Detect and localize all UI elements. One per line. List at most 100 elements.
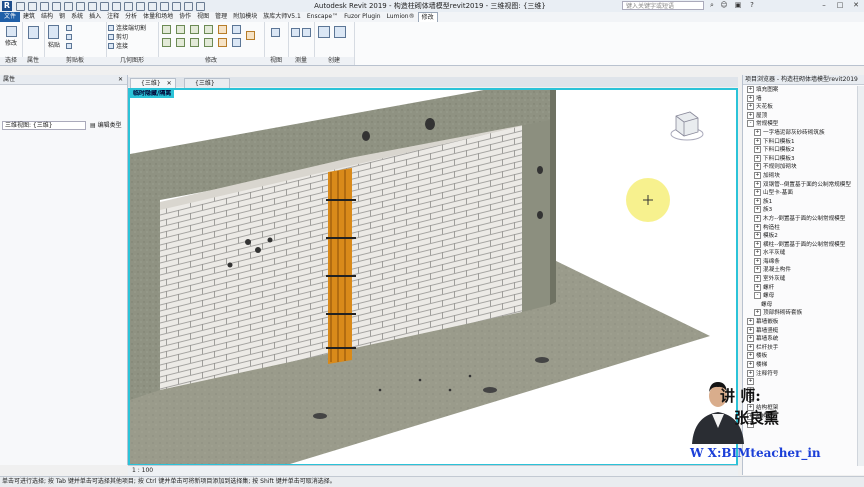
redo-icon[interactable] bbox=[64, 2, 73, 11]
browser-tree-item[interactable]: + 不规则加砌块 bbox=[743, 163, 859, 172]
tab-insert[interactable]: 插入 bbox=[86, 12, 104, 22]
switch-windows-icon[interactable] bbox=[184, 2, 193, 11]
tab-lumion[interactable]: Lumion® bbox=[384, 12, 418, 22]
tab-architecture[interactable]: 建筑 bbox=[20, 12, 38, 22]
tab-structure[interactable]: 结构 bbox=[38, 12, 56, 22]
tab-file[interactable]: 文件 bbox=[0, 12, 21, 22]
expand-icon[interactable]: + bbox=[747, 111, 754, 119]
browser-tree-item[interactable]: + 楼梯 bbox=[743, 361, 859, 370]
browser-tree-item[interactable]: + 一字墙泥部灰砂砖砌筑族 bbox=[743, 128, 859, 138]
scale-icon[interactable] bbox=[232, 38, 241, 47]
expand-icon[interactable]: + bbox=[747, 94, 754, 102]
expand-icon[interactable]: + bbox=[747, 361, 754, 368]
revit-logo-icon[interactable]: R bbox=[2, 1, 12, 11]
dimension-icon[interactable] bbox=[100, 2, 109, 11]
expand-icon[interactable]: + bbox=[754, 171, 761, 179]
tab-fuzor[interactable]: Fuzor Plugin bbox=[341, 12, 384, 22]
collapse-icon[interactable]: - bbox=[754, 292, 761, 300]
edit-type-button[interactable]: ▤ 编辑类型 bbox=[90, 121, 122, 130]
trim-icon[interactable] bbox=[204, 38, 213, 47]
join-button[interactable]: 连接 bbox=[116, 43, 128, 50]
tab-modify[interactable]: 修改 bbox=[417, 12, 438, 22]
sync-icon[interactable] bbox=[40, 2, 49, 11]
measure-tool-icon[interactable] bbox=[291, 28, 300, 37]
expand-icon[interactable]: + bbox=[754, 128, 761, 136]
browser-tree-item[interactable]: - 螺母 bbox=[743, 292, 859, 301]
mirror-draw-icon[interactable] bbox=[204, 25, 213, 34]
modify-button[interactable]: 修改 bbox=[5, 40, 17, 47]
paste-button[interactable]: 粘贴 bbox=[48, 42, 60, 49]
expand-icon[interactable]: + bbox=[747, 86, 754, 93]
browser-tree-item[interactable]: + 模板2 bbox=[743, 232, 859, 241]
expand-icon[interactable]: + bbox=[754, 257, 761, 265]
view-tab-3d-1[interactable]: {三维} ✕ bbox=[130, 78, 176, 88]
collapse-icon[interactable]: - bbox=[747, 120, 754, 128]
save-icon[interactable] bbox=[28, 2, 37, 11]
browser-tree-item[interactable]: + 幕墙系统 bbox=[743, 335, 859, 344]
tab-annotate[interactable]: 注释 bbox=[104, 12, 122, 22]
expand-icon[interactable]: + bbox=[754, 283, 761, 291]
help-icon[interactable]: ? bbox=[748, 1, 756, 10]
browser-tree-item[interactable]: 螺母 bbox=[743, 301, 859, 310]
customize-icon[interactable] bbox=[196, 2, 205, 11]
browser-tree-item[interactable]: + 幕墙嵌板 bbox=[743, 318, 859, 327]
browser-tree-item[interactable]: + 海绵条 bbox=[743, 257, 859, 267]
view-scale[interactable]: 1 : 100 bbox=[132, 466, 153, 476]
expand-icon[interactable]: + bbox=[754, 206, 761, 214]
tag-icon[interactable] bbox=[112, 2, 121, 11]
expand-icon[interactable]: + bbox=[754, 309, 761, 317]
paste-icon[interactable] bbox=[48, 25, 59, 39]
text-icon[interactable] bbox=[124, 2, 133, 11]
expand-icon[interactable]: + bbox=[754, 214, 761, 222]
browser-tree-item[interactable]: + 填充图案 bbox=[743, 86, 859, 95]
view-tab-3d-2[interactable]: {三维} bbox=[184, 78, 230, 88]
move-icon[interactable] bbox=[162, 38, 171, 47]
browser-tree-item[interactable]: + 顶部斜砌砖套族 bbox=[743, 309, 859, 318]
expand-icon[interactable]: + bbox=[754, 146, 761, 154]
browser-tree-item[interactable]: + 族1 bbox=[743, 197, 859, 207]
expand-icon[interactable]: + bbox=[754, 223, 761, 231]
browser-tree-item[interactable]: + 螺杆 bbox=[743, 283, 859, 293]
tab-view[interactable]: 视图 bbox=[194, 12, 212, 22]
delete-icon[interactable] bbox=[246, 31, 255, 40]
undo-icon[interactable] bbox=[52, 2, 61, 11]
viewcube[interactable] bbox=[670, 110, 704, 142]
cut-button[interactable]: 剪切 bbox=[116, 34, 128, 41]
open-icon[interactable] bbox=[16, 2, 25, 11]
tab-manage[interactable]: 管理 bbox=[212, 12, 230, 22]
create-assembly-icon[interactable] bbox=[318, 26, 330, 38]
expand-icon[interactable]: + bbox=[754, 249, 761, 257]
browser-tree-item[interactable]: + 楼板 bbox=[743, 352, 859, 361]
maximize-icon[interactable]: □ bbox=[836, 1, 844, 10]
offset-icon[interactable] bbox=[176, 25, 185, 34]
copy-icon[interactable] bbox=[66, 34, 72, 40]
quick-access-toolbar[interactable] bbox=[16, 2, 256, 11]
cut-icon[interactable] bbox=[66, 25, 72, 31]
browser-tree-item[interactable]: + 注释符号 bbox=[743, 369, 859, 379]
expand-icon[interactable]: + bbox=[747, 335, 754, 343]
browser-tree-item[interactable]: + 水平灰缝 bbox=[743, 249, 859, 258]
tab-collaborate[interactable]: 协作 bbox=[176, 12, 194, 22]
tab-addins[interactable]: 附加模块 bbox=[230, 12, 260, 22]
hide-element-icon[interactable] bbox=[271, 28, 280, 37]
browser-tree-item[interactable]: + 下料口模板2 bbox=[743, 146, 859, 155]
expand-icon[interactable]: + bbox=[754, 197, 761, 205]
array-icon[interactable] bbox=[218, 38, 227, 47]
panel-label[interactable]: 选择 bbox=[0, 57, 22, 65]
tab-enscape[interactable]: Enscape™ bbox=[304, 12, 341, 22]
tab-steel[interactable]: 钢 bbox=[56, 12, 68, 22]
cart-icon[interactable]: ▣ bbox=[734, 1, 742, 10]
tab-systems[interactable]: 系统 bbox=[68, 12, 86, 22]
pin-icon[interactable] bbox=[232, 25, 241, 34]
3d-view-canvas[interactable]: 临时隐藏/隔离 bbox=[128, 88, 738, 466]
create-parts-icon[interactable] bbox=[334, 26, 346, 38]
expand-icon[interactable]: + bbox=[754, 154, 761, 162]
3d-view-icon[interactable] bbox=[136, 2, 145, 11]
browser-tree-item[interactable]: + 木方--倒置基于面的公制常规模型 bbox=[743, 214, 859, 224]
expand-icon[interactable]: + bbox=[747, 352, 754, 360]
browser-tree-item[interactable]: + bbox=[743, 378, 859, 387]
close-icon[interactable]: ✕ bbox=[167, 79, 172, 88]
expand-icon[interactable]: + bbox=[747, 326, 754, 334]
browser-tree-item[interactable]: + 下料口模板3 bbox=[743, 154, 859, 164]
browser-tree-item[interactable]: + 加砌块 bbox=[743, 171, 859, 181]
